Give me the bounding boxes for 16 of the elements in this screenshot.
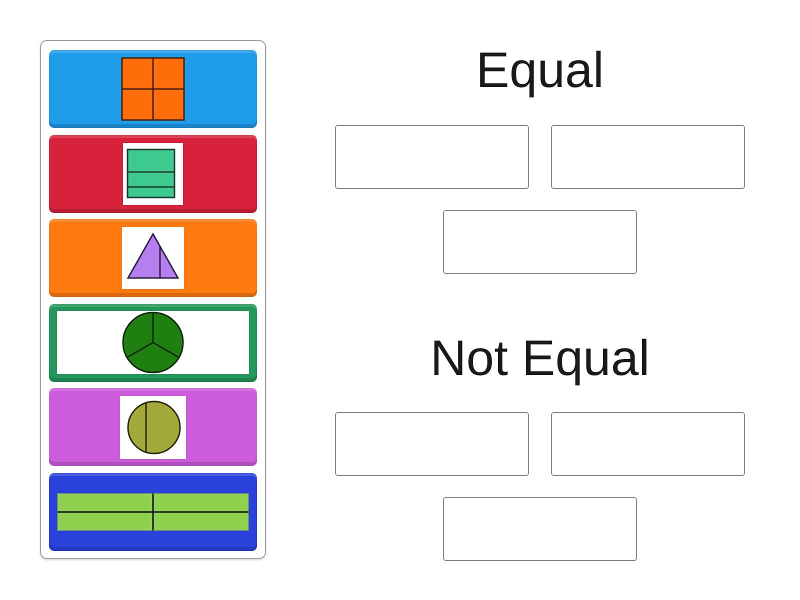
fraction-card[interactable] xyxy=(49,388,257,466)
answer-box[interactable] xyxy=(551,412,745,476)
answer-box[interactable] xyxy=(551,125,745,189)
fraction-card[interactable] xyxy=(49,304,257,382)
answer-box[interactable] xyxy=(443,210,637,274)
fraction-card[interactable] xyxy=(49,50,257,128)
answer-box[interactable] xyxy=(335,412,529,476)
group-heading: Equal xyxy=(476,41,604,100)
rectangle-strips-drawing xyxy=(123,142,183,204)
answer-box[interactable] xyxy=(443,497,637,561)
group-heading: Not Equal xyxy=(430,329,650,388)
answer-box[interactable] xyxy=(335,125,529,189)
square-quarters-drawing xyxy=(121,57,185,121)
triangle-halves-drawing xyxy=(122,227,184,289)
fraction-card[interactable] xyxy=(49,134,257,212)
circle-halves-drawing xyxy=(120,396,186,458)
